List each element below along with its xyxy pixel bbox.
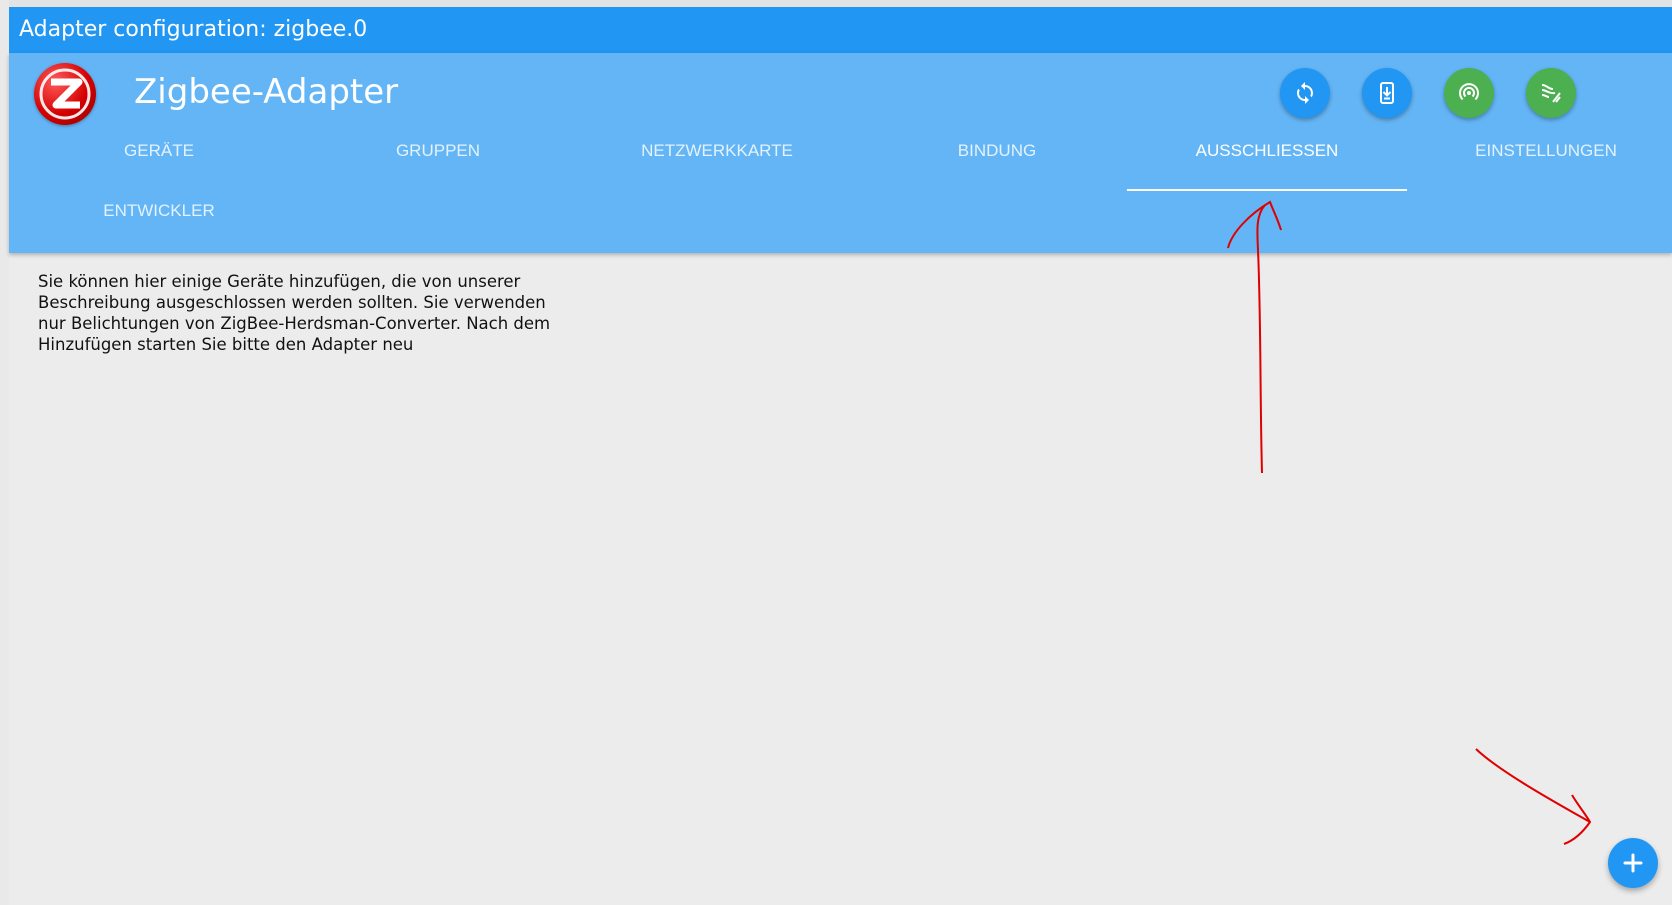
app-header: Zigbee-Adapter GERÄTE GRUPPEN NETZWERKKA… — [9, 53, 1672, 253]
tab-bindung[interactable]: BINDUNG — [857, 123, 1137, 179]
device-download-icon — [1380, 82, 1394, 104]
window-title: Adapter configuration: zigbee.0 — [9, 7, 1672, 53]
down-arrow-annotation — [1475, 748, 1591, 823]
device-download-button[interactable] — [1362, 68, 1412, 118]
add-exclude-button[interactable] — [1608, 838, 1658, 888]
app-title: Zigbee-Adapter — [134, 72, 399, 112]
exclude-description: Sie können hier einige Geräte hinzufügen… — [38, 272, 551, 354]
tab-entwickler[interactable]: ENTWICKLER — [19, 183, 299, 239]
tab-ausschliessen[interactable]: AUSSCHLIESSEN — [1127, 123, 1407, 179]
tab-einstellungen[interactable]: EINSTELLUNGEN — [1406, 123, 1672, 179]
signal-leak-icon — [1541, 84, 1561, 103]
left-edge — [0, 0, 9, 905]
refresh-button[interactable] — [1280, 68, 1330, 118]
down-arrowhead-annotation — [1563, 794, 1592, 845]
tab-netzwerkkarte[interactable]: NETZWERKKARTE — [577, 123, 857, 179]
tab-geraete[interactable]: GERÄTE — [19, 123, 299, 179]
active-tab-indicator — [1127, 189, 1407, 191]
permit-join-button[interactable] — [1444, 68, 1494, 118]
top-edge — [0, 0, 1672, 7]
tab-gruppen[interactable]: GRUPPEN — [298, 123, 578, 179]
plus-icon — [1623, 853, 1643, 873]
wifi-tethering-icon — [1459, 83, 1479, 101]
signal-button[interactable] — [1526, 68, 1576, 118]
refresh-icon — [1297, 82, 1313, 104]
zigbee-logo-icon — [34, 63, 96, 125]
